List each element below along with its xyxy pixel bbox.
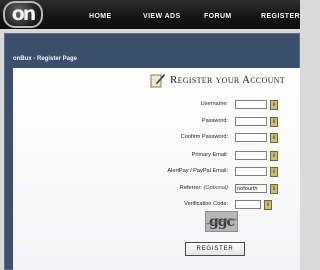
referrer-label-text: Referrer: — [179, 185, 202, 191]
password-label: Password: — [201, 118, 228, 124]
password-field[interactable] — [235, 117, 267, 126]
nav-register-link[interactable]: REGISTER — [261, 13, 300, 23]
info-icon[interactable]: i — [270, 184, 278, 194]
info-icon[interactable]: i — [270, 167, 278, 177]
confirm-password-label: Confirm Password: — [180, 134, 228, 140]
verification-code-field[interactable] — [235, 200, 261, 209]
info-icon[interactable]: i — [270, 151, 278, 161]
site-logo[interactable]: on — [3, 1, 43, 28]
info-icon[interactable]: i — [270, 117, 278, 127]
primary-email-label: Primary Email: — [191, 152, 228, 158]
username-label: Username: — [200, 101, 228, 107]
username-field[interactable] — [235, 100, 267, 109]
nav-forum-link[interactable]: FORUM — [204, 13, 232, 23]
info-icon[interactable]: i — [270, 100, 278, 110]
payment-email-field[interactable] — [235, 167, 267, 176]
info-icon[interactable]: i — [270, 133, 278, 143]
top-navigation-bar: on HOME VIEW ADS FORUM REGISTER — [0, 0, 300, 29]
optional-note: (Optional) — [203, 185, 228, 191]
primary-email-field[interactable] — [235, 151, 267, 160]
info-icon[interactable]: i — [264, 200, 272, 210]
register-button[interactable]: REGISTER — [185, 242, 245, 256]
nav-home-link[interactable]: HOME — [89, 13, 112, 23]
page-title: onBux - Register Page — [13, 56, 78, 62]
pen-icon — [150, 74, 166, 88]
form-heading: Register your Account — [170, 74, 285, 86]
verification-code-label: Verification Code: — [184, 201, 228, 207]
captcha-image: ggc — [205, 211, 238, 232]
referrer-field[interactable] — [235, 184, 267, 193]
referrer-label: Referrer: (Optional) — [180, 185, 228, 195]
payment-email-label: AlertPay / PayPal Email: — [167, 168, 228, 174]
confirm-password-field[interactable] — [235, 133, 267, 142]
nav-view-ads-link[interactable]: VIEW ADS — [143, 13, 181, 23]
